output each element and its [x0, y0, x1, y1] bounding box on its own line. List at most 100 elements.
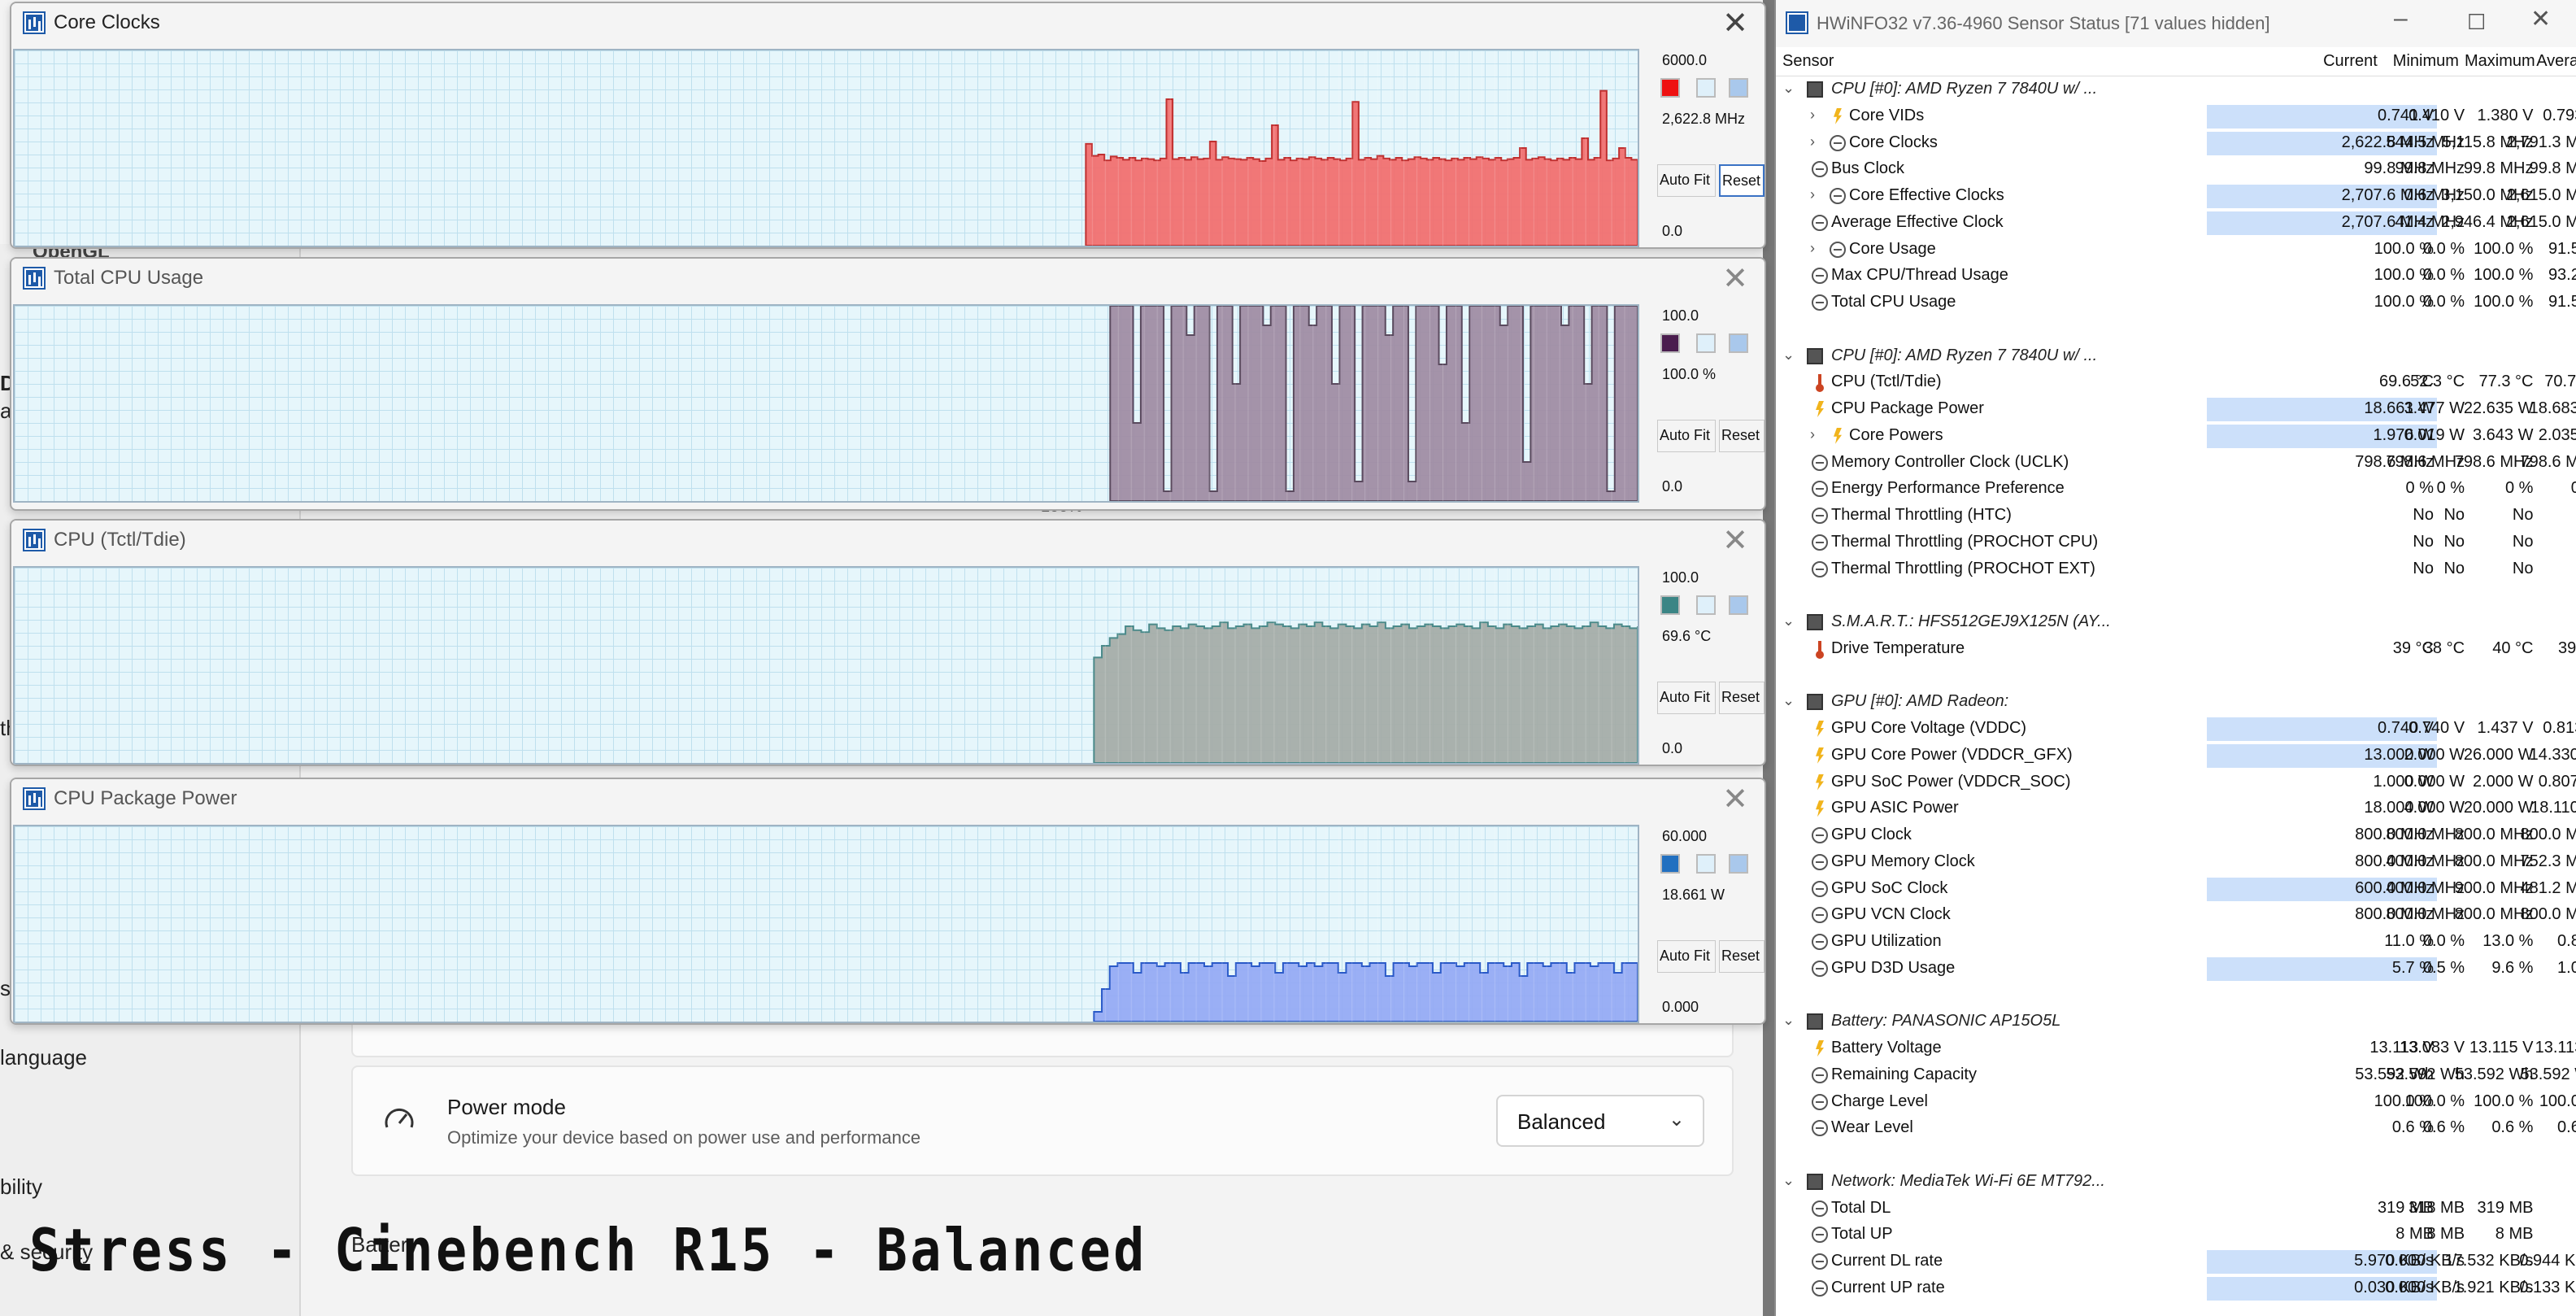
header-sensor[interactable]: Sensor [1782, 52, 1834, 71]
expand-chevron-icon[interactable]: › [1810, 426, 1826, 443]
background-color-swatch[interactable] [1696, 595, 1716, 615]
close-button[interactable]: ✕ [2530, 5, 2551, 33]
auto-fit-button[interactable]: Auto Fit [1657, 164, 1716, 197]
title-bar[interactable]: CPU Package Power ✕ [11, 779, 1764, 818]
sensor-row[interactable]: Remaining Capacity 53.592 Wh 53.592 Wh 53.5… [1776, 1062, 2576, 1089]
sensor-row[interactable]: Drive Temperature39 °C38 °C40 °C39 °C [1776, 636, 2576, 663]
sensor-row[interactable]: GPU ASIC Power 18.000 W 4.000 W 20.000 W 18.… [1776, 795, 2576, 822]
sensor-group-row[interactable]: ⌄ CPU [#0]: AMD Ryzen 7 7840U w/ ... [1776, 343, 2576, 370]
background-color-swatch[interactable] [1696, 333, 1716, 353]
sensor-row[interactable]: GPU Clock 800.0 MHz 800.0 MHz 800.0 MHz 800.… [1776, 822, 2576, 849]
sensor-row[interactable]: Total UP 8 MB 8 MB 8 MB [1776, 1222, 2576, 1248]
background-color-swatch[interactable] [1696, 78, 1716, 98]
collapse-chevron-icon[interactable]: ⌄ [1782, 692, 1799, 709]
sensor-row[interactable]: Thermal Throttling (PROCHOT EXT) No No No [1776, 556, 2576, 583]
header-average[interactable]: Average [2536, 52, 2576, 71]
auto-fit-button[interactable]: Auto Fit [1657, 420, 1716, 452]
maximize-button[interactable]: ☐ [2467, 10, 2486, 35]
sensor-row[interactable]: GPU SoC Clock 600.0 MHz 400.0 MHz 900.0 MHz… [1776, 876, 2576, 903]
reset-button[interactable]: Reset [1719, 940, 1764, 973]
sensor-row[interactable]: ›Core VIDs0.741 V0.410 V1.380 V0.793 V [1776, 103, 2576, 130]
graph-window-cpu-tctl-tdie[interactable]: CPU (Tctl/Tdie) ✕ 100.0 69.6 °C Auto Fit R… [10, 519, 1766, 766]
sensor-row[interactable]: Bus Clock99.8 MHz99.8 MHz99.8 MHz99.8 MH… [1776, 156, 2576, 183]
graph-window-core-clocks[interactable]: Core Clocks ✕ 6000.0 2,622.8 MHz Auto Fit… [10, 2, 1766, 249]
header-minimum[interactable]: Minimum [2393, 52, 2459, 71]
hwinfo-app-icon [1786, 11, 1808, 34]
sensor-row[interactable]: GPU SoC Power (VDDCR_SOC) 1.000 W 0.000 W2… [1776, 769, 2576, 796]
reset-button[interactable]: Reset [1719, 164, 1764, 197]
collapse-chevron-icon[interactable]: ⌄ [1782, 1012, 1799, 1029]
sensor-row[interactable]: Current DL rate 5.970 KB/s 0.000 KB/s 17.53… [1776, 1248, 2576, 1275]
series-color-swatch[interactable] [1660, 78, 1680, 98]
sensor-row[interactable]: Current UP rate 0.030 KB/s 0.000 KB/s 1.921… [1776, 1275, 2576, 1302]
auto-fit-button[interactable]: Auto Fit [1657, 682, 1716, 714]
sensor-group-row[interactable]: ⌄ Network: MediaTek Wi-Fi 6E MT792... [1776, 1169, 2576, 1196]
title-bar[interactable]: Core Clocks ✕ [11, 3, 1764, 42]
sensor-row[interactable]: GPU VCN Clock 800.0 MHz 800.0 MHz 800.0 MHz… [1776, 902, 2576, 929]
reset-button[interactable]: Reset [1719, 420, 1764, 452]
sensor-row[interactable]: Thermal Throttling (PROCHOT CPU) No No No [1776, 529, 2576, 556]
reset-button[interactable]: Reset [1719, 682, 1764, 714]
sensor-row[interactable]: GPU Core Voltage (VDDC) 0.740 V 0.740 V 1.4… [1776, 716, 2576, 743]
auto-fit-button[interactable]: Auto Fit [1657, 940, 1716, 973]
expand-chevron-icon[interactable]: › [1810, 107, 1826, 124]
sensor-row[interactable]: Charge Level100.0 %100.0 %100.0 %100.0 % [1776, 1089, 2576, 1116]
header-current[interactable]: Current [2323, 52, 2378, 71]
sensor-row[interactable]: GPU D3D Usage5.7 %0.5 %9.6 %1.0 % [1776, 956, 2576, 983]
sensor-row[interactable]: Total DL 319 MB 318 MB 319 MB [1776, 1196, 2576, 1222]
collapse-chevron-icon[interactable]: ⌄ [1782, 612, 1799, 630]
maximum-value: 319 MB [2477, 1198, 2534, 1217]
close-button[interactable]: ✕ [1722, 781, 1748, 817]
grid-color-swatch[interactable] [1729, 78, 1748, 98]
sensor-group-row[interactable]: ⌄ S.M.A.R.T.: HFS512GEJ9X125N (AY... [1776, 609, 2576, 636]
graph-window-cpu-package-power[interactable]: CPU Package Power ✕ 60.000 18.661 W Auto … [10, 778, 1766, 1025]
grid-color-swatch[interactable] [1729, 333, 1748, 353]
expand-chevron-icon[interactable]: › [1810, 186, 1826, 203]
series-color-swatch[interactable] [1660, 333, 1680, 353]
hwinfo-sensor-window[interactable]: HWiNFO32 v7.36-4960 Sensor Status [71 va… [1774, 0, 2576, 1316]
title-bar[interactable]: Total CPU Usage ✕ [11, 259, 1764, 298]
grid-color-swatch[interactable] [1729, 595, 1748, 615]
sensor-row[interactable]: GPU Utilization11.0 %0.0 %13.0 %0.8 % [1776, 929, 2576, 956]
sensor-row[interactable]: CPU (Tctl/Tdie) 69.6 °C 52.3 °C 77.3 °C 70.7… [1776, 369, 2576, 396]
grid-color-swatch[interactable] [1729, 854, 1748, 874]
sensor-row[interactable]: CPU Package Power 18.661 W 3.477 W 22.635 W… [1776, 396, 2576, 423]
sensor-row[interactable]: GPU Memory Clock 800.0 MHz 400.0 MHz 800.0 … [1776, 849, 2576, 876]
header-maximum[interactable]: Maximum [2465, 52, 2535, 71]
sensor-group-row[interactable]: ⌄ CPU [#0]: AMD Ryzen 7 7840U w/ ... [1776, 76, 2576, 103]
expand-chevron-icon[interactable]: › [1810, 133, 1826, 150]
sensor-group-row[interactable]: ⌄ GPU [#0]: AMD Radeon: [1776, 689, 2576, 716]
minimize-button[interactable]: – [2394, 5, 2408, 33]
sensor-row[interactable]: Energy Performance Preference 0 % 0 % 0 % 0 … [1776, 476, 2576, 503]
collapse-chevron-icon[interactable]: ⌄ [1782, 346, 1799, 364]
background-color-swatch[interactable] [1696, 854, 1716, 874]
sensor-row[interactable]: › Core Clocks 2,622.8 MHz 544.5 MHz 5,115.8 … [1776, 130, 2576, 157]
sensor-row[interactable]: GPU Core Power (VDDCR_GFX) 13.000 W 2.000 … [1776, 743, 2576, 769]
collapse-chevron-icon[interactable]: ⌄ [1782, 80, 1799, 97]
nav-item-accessibility[interactable]: bility [0, 1174, 42, 1200]
sensor-row[interactable]: › Core Effective Clocks 2,707.6 MHz 0.6 MHz… [1776, 183, 2576, 210]
sensor-row[interactable]: Wear Level0.6 %0.6 %0.6 %0.6 % [1776, 1115, 2576, 1142]
series-color-swatch[interactable] [1660, 854, 1680, 874]
sensor-row[interactable]: Max CPU/Thread Usage 100.0 % 0.0 % 100.0 % 9… [1776, 263, 2576, 290]
sensor-row[interactable]: ›Core Powers1.976 W0.019 W3.643 W2.035 W [1776, 423, 2576, 450]
close-button[interactable]: ✕ [1722, 5, 1748, 41]
sensor-row[interactable]: ›Core Usage100.0 %0.0 %100.0 %91.5 % [1776, 237, 2576, 264]
nav-item-language[interactable]: language [0, 1045, 87, 1070]
sensor-row[interactable]: Battery Voltage 13.113 V 13.083 V 13.115 V1… [1776, 1035, 2576, 1062]
sensor-group-row[interactable]: ⌄ Battery: PANASONIC AP15O5L [1776, 1009, 2576, 1035]
expand-chevron-icon[interactable]: › [1810, 240, 1826, 257]
clock-icon [1812, 1200, 1828, 1217]
series-color-swatch[interactable] [1660, 595, 1680, 615]
title-bar[interactable]: CPU (Tctl/Tdie) ✕ [11, 521, 1764, 560]
sensor-row[interactable]: Total CPU Usage100.0 %0.0 %100.0 %91.5 % [1776, 290, 2576, 316]
title-bar[interactable]: HWiNFO32 v7.36-4960 Sensor Status [71 va… [1776, 0, 2576, 47]
power-mode-select[interactable]: Balanced ⌄ [1496, 1095, 1704, 1147]
close-button[interactable]: ✕ [1722, 522, 1748, 559]
collapse-chevron-icon[interactable]: ⌄ [1782, 1172, 1799, 1189]
close-button[interactable]: ✕ [1722, 260, 1748, 297]
sensor-row[interactable]: Thermal Throttling (HTC) No No No [1776, 503, 2576, 529]
sensor-row[interactable]: Average Effective Clock 2,707.6 MHz 41.4 M… [1776, 210, 2576, 237]
sensor-row[interactable]: Memory Controller Clock (UCLK) 798.6 MHz 7… [1776, 450, 2576, 477]
graph-window-total-cpu-usage[interactable]: Total CPU Usage ✕ 100.0 100.0 % Auto Fit R… [10, 257, 1766, 511]
